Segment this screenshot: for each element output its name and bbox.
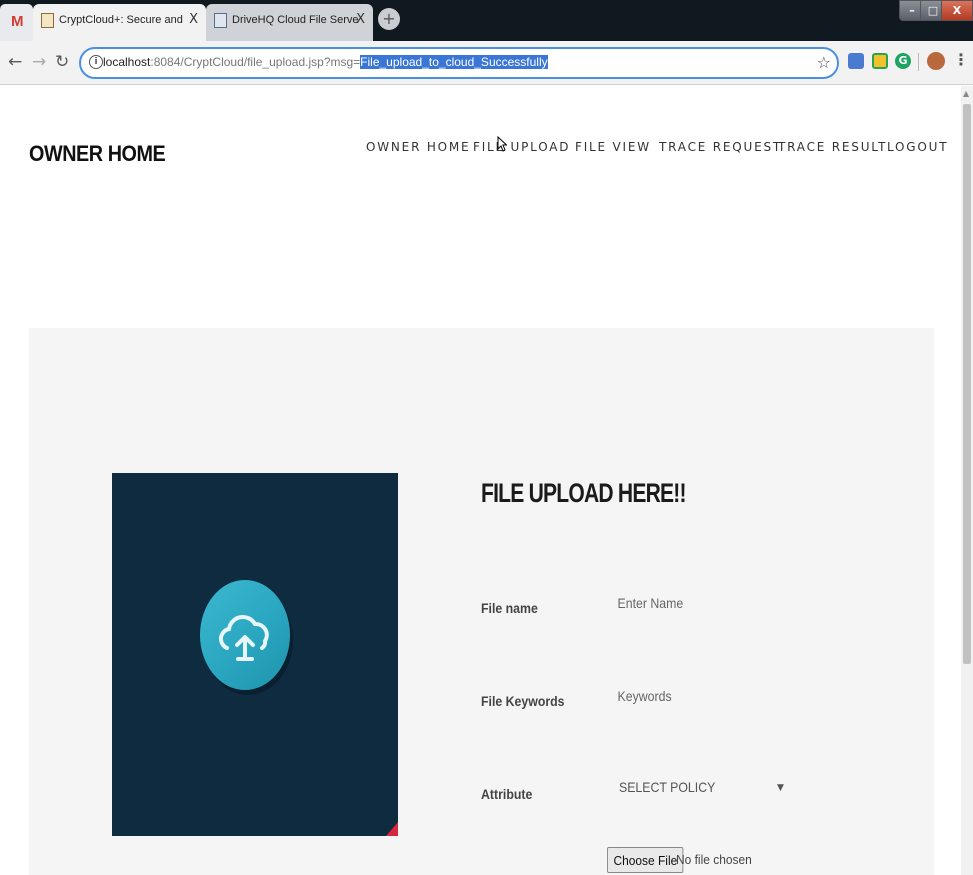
profile-avatar[interactable] [927, 52, 945, 70]
tab-drivehq[interactable]: DriveHQ Cloud File Server, Drive X [206, 4, 373, 41]
page-scrollbar[interactable]: ▲ [961, 86, 973, 875]
nav-logout[interactable]: LOGOUT [887, 140, 948, 154]
tab-close-icon[interactable]: X [356, 12, 365, 27]
form-title: FILE UPLOAD HERE!! [481, 478, 687, 508]
attribute-label: Attribute [481, 786, 533, 802]
new-tab-button[interactable]: + [378, 8, 400, 30]
chevron-down-icon[interactable]: ▼ [777, 783, 784, 793]
file-chosen-status: No file chosen [676, 852, 752, 867]
nav-trace-result[interactable]: TRACE RESULT [778, 140, 887, 154]
browser-tab-strip: M CryptCloud+: Secure and Express X Driv… [0, 0, 973, 41]
gmail-icon: M [11, 13, 24, 30]
translate-extension-icon[interactable] [848, 53, 864, 69]
address-bar[interactable]: i localhost:8084/CryptCloud/file_upload.… [79, 47, 839, 79]
drivehq-favicon-icon [214, 13, 227, 28]
file-keywords-label: File Keywords [481, 693, 565, 709]
url-text[interactable]: localhost:8084/CryptCloud/file_upload.js… [103, 55, 548, 69]
mouse-cursor-icon [497, 136, 507, 152]
site-brand[interactable]: OWNER HOME [29, 141, 166, 167]
nav-file-view[interactable]: FILE VIEW [575, 140, 651, 154]
bookmark-star-icon[interactable]: ☆ [817, 53, 831, 72]
upload-illustration [112, 473, 398, 836]
attribute-policy-select[interactable]: SELECT POLICY [619, 779, 769, 801]
toolbar-divider [918, 53, 919, 71]
reload-icon[interactable]: ↻ [55, 52, 69, 72]
scroll-up-icon[interactable]: ▲ [963, 89, 969, 98]
illustration-corner-accent [386, 822, 398, 836]
tab-gmail[interactable]: M [0, 4, 33, 41]
tab-cryptcloud[interactable]: CryptCloud+: Secure and Express X [33, 4, 206, 41]
window-close-button[interactable]: X [941, 0, 973, 21]
file-name-input[interactable] [614, 590, 878, 616]
forward-arrow-icon[interactable]: → [32, 52, 46, 72]
tab-title: DriveHQ Cloud File Server, Drive [232, 14, 358, 26]
info-icon[interactable]: i [89, 55, 103, 69]
cloud-upload-icon [200, 580, 290, 690]
chrome-menu-icon[interactable]: ⋮ [953, 50, 969, 69]
scrollbar-thumb[interactable] [963, 104, 971, 664]
upload-panel: FILE UPLOAD HERE!! File name File Keywor… [29, 328, 934, 875]
url-host: localhost [103, 55, 151, 69]
tab-title: CryptCloud+: Secure and Express [59, 14, 185, 26]
choose-file-button[interactable]: Choose File [607, 847, 684, 873]
tab-close-icon[interactable]: X [189, 12, 198, 27]
browser-toolbar: ← → ↻ i localhost:8084/CryptCloud/file_u… [0, 41, 973, 85]
url-selected-text: File_upload_to_cloud_Successfully [360, 55, 548, 69]
grammarly-extension-icon[interactable]: G [895, 53, 911, 69]
nav-owner-home[interactable]: OWNER HOME [366, 140, 470, 154]
nav-trace-request[interactable]: TRACE REQUEST [659, 140, 782, 154]
web-page: OWNER HOME OWNER HOME FILE UPLOAD FILE V… [0, 86, 961, 875]
file-name-label: File name [481, 600, 538, 616]
url-path: :8084/CryptCloud/file_upload.jsp?msg= [150, 55, 361, 69]
file-keywords-input[interactable] [614, 683, 878, 709]
nav-file-upload[interactable]: FILE UPLOAD [473, 140, 570, 154]
back-arrow-icon[interactable]: ← [8, 52, 22, 72]
sheets-extension-icon[interactable] [872, 53, 888, 69]
cryptcloud-favicon-icon [41, 13, 54, 28]
cloud-upload-glyph [218, 614, 269, 661]
